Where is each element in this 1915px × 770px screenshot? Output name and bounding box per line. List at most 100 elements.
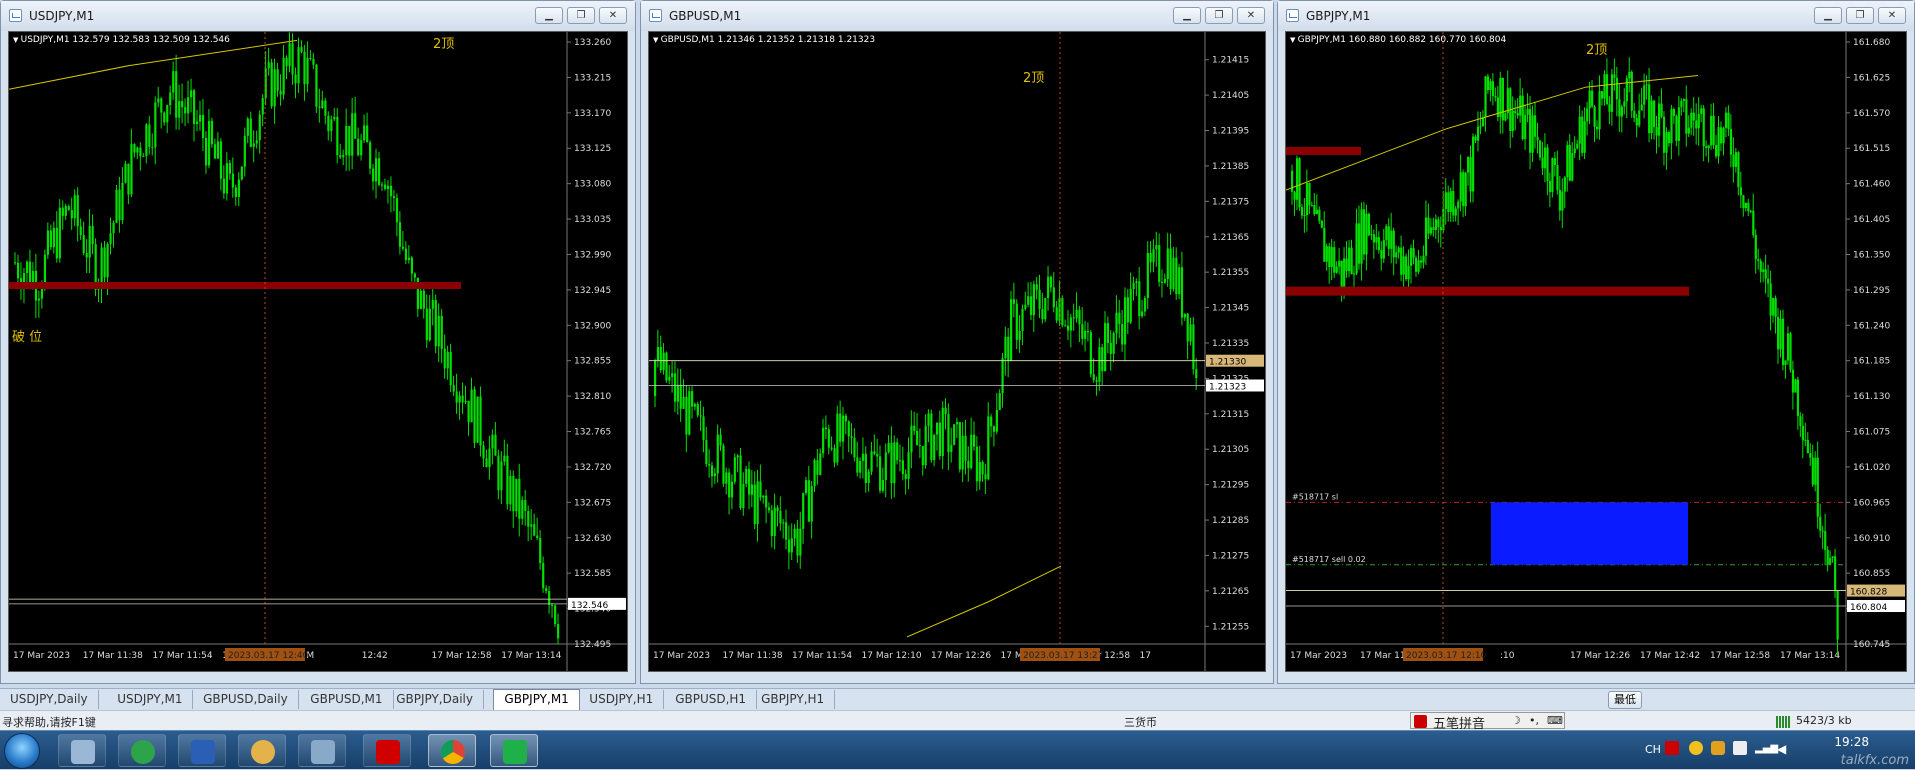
price-chart[interactable]: 161.680 161.625 161.570 161.515 161.460 161.4… [1286,32,1907,672]
chart-window-gbpjpy[interactable]: GBPJPY,M1 ▁ ❐ ✕ 161.680 161.625 161.570 161… [1277,0,1915,684]
tab-gbpusd-h1[interactable]: GBPUSD,H1 [665,690,758,709]
candle-body [688,391,691,435]
candle-body [1315,209,1318,215]
candle-body [1546,147,1549,181]
taskbar-word[interactable] [178,734,226,767]
close-button[interactable]: ✕ [1237,7,1265,24]
candle-body [509,476,512,505]
candle-body [1195,369,1198,378]
taskbar-chrome[interactable] [428,734,476,767]
tab-gbpjpy-daily[interactable]: GBPJPY,Daily [386,690,484,709]
candle-body [536,535,539,538]
tab-usdjpy-m1[interactable]: USDJPY,M1 [107,690,194,709]
minimize-button[interactable]: ▁ [1173,7,1201,24]
taskbar-fxpro[interactable] [363,734,411,767]
tab-gbpusd-m1[interactable]: GBPUSD,M1 [300,690,394,709]
candle-body [964,435,967,461]
maximize-button[interactable]: ❐ [1846,7,1874,24]
candle-body [157,98,160,103]
candle-body [785,522,788,540]
start-button[interactable] [4,733,40,769]
ime-logo-icon [1414,715,1427,728]
candle-body [910,425,913,453]
candle-body [1098,347,1101,382]
taskbar-paint[interactable] [238,734,286,767]
ime-toolbar[interactable]: 五笔拼音 ☽ •, ⌨ [1410,712,1565,732]
taskbar-network[interactable] [298,734,346,767]
candle-body [1101,347,1104,372]
clock[interactable]: 19:28 [1834,735,1869,749]
close-button[interactable]: ✕ [599,7,627,24]
price-tick-label: 132.585 [574,569,611,579]
close-button[interactable]: ✕ [1878,7,1906,24]
candle-body [109,233,112,244]
chart-area[interactable]: 161.680 161.625 161.570 161.515 161.460 161.4… [1285,31,1907,672]
candle-body [389,185,393,197]
tab-gbpjpy-m1[interactable]: GBPJPY,M1 [493,689,580,710]
tray-app-icon[interactable] [1689,741,1703,755]
price-chart[interactable]: 1.21415 1.21405 1.21395 1.21385 1.21375 1.213… [649,32,1266,672]
taskbar-signal[interactable] [490,734,538,767]
tab-usdjpy-h1[interactable]: USDJPY,H1 [579,690,665,709]
candle-body [1330,247,1333,267]
candle-body [1591,90,1594,107]
candle-body [1126,297,1129,323]
tab-usdjpy-daily[interactable]: USDJPY,Daily [0,690,99,709]
keyboard-icon[interactable]: ⌨ [1547,714,1563,727]
punct-icon[interactable]: •, [1529,714,1539,727]
chart-header: USDJPY,M1 132.579 132.583 132.509 132.54… [13,35,230,45]
chart-window-usdjpy[interactable]: USDJPY,M1 ▁ ❐ ✕ 133.260 133.215 133.170 133… [0,0,636,684]
window-titlebar[interactable]: GBPUSD,M1 ▁ ❐ ✕ [641,1,1273,31]
ime-tray-icon[interactable] [1665,741,1679,755]
candle-body [422,290,425,309]
candle-body [1600,91,1604,99]
candle-body [139,147,142,157]
minimize-button[interactable]: ▁ [1814,7,1842,24]
lowest-button[interactable]: 最低 [1608,691,1642,709]
candle-body [1796,379,1800,417]
chart-area[interactable]: 133.260 133.215 133.170 133.125 133.080 133.0… [8,31,628,672]
tab-gbpusd-daily[interactable]: GBPUSD,Daily [193,690,299,709]
candle-body [1712,115,1715,146]
candle-body [1152,249,1155,263]
calculator-icon [71,740,95,764]
candle-body [1640,104,1643,111]
price-chart[interactable]: 133.260 133.215 133.170 133.125 133.080 133.0… [9,32,628,672]
candle-body [1628,71,1631,79]
tab-gbpjpy-h1[interactable]: GBPJPY,H1 [751,690,836,709]
shield-icon[interactable] [1711,741,1725,755]
moon-icon[interactable]: ☽ [1511,714,1521,727]
maximize-button[interactable]: ❐ [1205,7,1233,24]
candle-body [1121,324,1124,345]
window-titlebar[interactable]: USDJPY,M1 ▁ ❐ ✕ [1,1,635,31]
taskbar-calculator[interactable] [58,734,106,767]
candle-body [1444,192,1447,209]
current-price-label: 1.21323 [1209,382,1246,392]
candle-body [1041,308,1044,320]
candle-body [440,315,443,349]
candle-body [37,298,41,301]
candle-body [1180,267,1184,318]
chart-area[interactable]: 1.21415 1.21405 1.21395 1.21385 1.21375 1.213… [648,31,1266,672]
candle-body [1757,259,1760,261]
speaker-icon[interactable]: ◀ [1777,742,1786,756]
support-level-zone [1286,286,1689,296]
candle-body [40,287,44,299]
taskbar-metatrader[interactable] [118,734,166,767]
candle-body [830,447,833,449]
candle-body [1055,307,1058,321]
candle-body [339,155,342,158]
window-title: GBPUSD,M1 [669,9,742,23]
maximize-button[interactable]: ❐ [567,7,595,24]
lang-indicator[interactable]: CH [1645,743,1661,756]
chart-window-gbpusd[interactable]: GBPUSD,M1 ▁ ❐ ✕ 1.21415 1.21405 1.21395 1.2… [640,0,1274,684]
candle-body [330,119,333,132]
time-tick-label: 17 Mar 12:42 [1640,651,1700,661]
signal-strength-icon[interactable]: ▂▄▆ [1755,743,1778,754]
minimize-button[interactable]: ▁ [535,7,563,24]
flag-icon[interactable] [1733,741,1747,755]
candle-body [554,605,557,625]
candle-body [231,173,235,188]
window-titlebar[interactable]: GBPJPY,M1 ▁ ❐ ✕ [1278,1,1914,31]
candle-body [1620,106,1623,117]
